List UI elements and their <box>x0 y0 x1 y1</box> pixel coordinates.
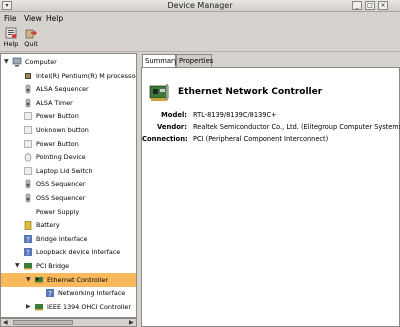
tree-item[interactable]: ? Loopback device Interface <box>1 245 136 259</box>
close-button[interactable]: × <box>378 1 388 10</box>
toolbar: Help Quit <box>0 25 400 52</box>
device-name: Ethernet Network Controller <box>178 87 323 97</box>
network-card-icon <box>35 276 43 284</box>
help-toolbar-label: Help <box>3 40 19 48</box>
tree-item[interactable]: Pointing Device <box>1 150 136 164</box>
tree-horizontal-scrollbar[interactable]: ◀ ▶ <box>0 318 137 327</box>
tree-item-label: OSS Sequencer <box>36 180 86 189</box>
tree-item-label: Laptop Lid Switch <box>36 166 93 175</box>
generic-device-icon <box>24 126 32 134</box>
expander-expanded-icon[interactable]: ▼ <box>4 59 10 65</box>
model-value: RTL-8139/8139C/8139C+ <box>193 111 277 119</box>
vendor-label: Vendor: <box>157 123 187 131</box>
scroll-left-icon[interactable]: ◀ <box>3 319 8 326</box>
quit-toolbar-label: Quit <box>24 40 38 48</box>
tree-item[interactable]: ▼ Ethernet Controller <box>1 272 136 287</box>
window-title: Device Manager <box>167 1 233 10</box>
maximize-button[interactable]: □ <box>365 1 375 10</box>
tree-item-label: PCI Bridge <box>36 262 70 270</box>
expander-collapsed-icon[interactable]: ▶ <box>26 303 32 310</box>
generic-device-icon <box>24 139 32 148</box>
svg-text:?: ? <box>48 290 52 298</box>
tree-item[interactable]: ▶ IEEE 1394 OHCI Controller <box>1 300 136 314</box>
tree-item[interactable]: Battery <box>1 218 136 232</box>
summary-panel: Ethernet Network Controller Model: RTL-8… <box>141 67 400 327</box>
tree-item[interactable]: ▼ PCI Bridge <box>1 259 136 273</box>
speaker-icon <box>25 98 31 108</box>
connection-label: Connection: <box>142 135 188 143</box>
menu-bar: File View Help <box>0 12 400 25</box>
model-label: Model: <box>161 111 187 119</box>
tree-item-label: Power Supply <box>36 207 80 216</box>
tree-item[interactable]: ? Bridge Interface <box>1 232 136 246</box>
tree-item[interactable]: OSS Sequencer <box>1 191 136 205</box>
scrollbar-thumb[interactable] <box>13 320 73 325</box>
device-tree[interactable]: ▼ Computer Intel(R) Pentium(R) M processor… <box>0 53 137 318</box>
chip-icon <box>25 72 31 79</box>
tree-item[interactable]: ▼ Computer <box>1 55 136 69</box>
none <box>23 207 33 217</box>
tree-item-label: Power Button <box>36 139 79 148</box>
tree-item-label: Bridge Interface <box>36 234 88 243</box>
battery-icon <box>24 221 32 230</box>
tree-item[interactable]: Power Button <box>1 109 136 123</box>
tree-item[interactable]: Power Supply <box>1 205 136 219</box>
tree-item[interactable]: Power Button <box>1 137 136 151</box>
tree-item-label: IEEE 1394 OHCI Controller <box>47 302 131 311</box>
help-toolbar-button[interactable]: Help <box>2 27 20 48</box>
tree-item-label: ALSA Sequencer <box>36 85 89 94</box>
tree-item-label: Intel(R) Pentium(R) M processor <box>36 71 137 80</box>
menu-help[interactable]: Help <box>46 14 63 23</box>
speaker-icon <box>25 193 31 203</box>
tree-item[interactable]: Intel(R) Pentium(R) M processor <box>1 69 136 83</box>
mouse-icon <box>24 153 32 162</box>
speaker-icon <box>25 180 31 189</box>
scroll-right-icon[interactable]: ▶ <box>129 319 134 326</box>
tree-item-label: Unknown button <box>36 126 89 134</box>
tree-item-label: OSS Sequencer <box>36 194 86 202</box>
quit-icon <box>25 29 37 39</box>
tree-item-label: Pointing Device <box>36 153 86 162</box>
connection-value: PCI (Peripheral Component Interconnect) <box>193 135 329 143</box>
expander-expanded-icon[interactable]: ▼ <box>15 263 21 269</box>
title-bar: ▾ Device Manager _ □ × <box>0 0 400 12</box>
tree-item[interactable]: ALSA Sequencer <box>1 82 136 96</box>
tree-item[interactable]: Unknown button <box>1 123 136 137</box>
tree-item[interactable]: ALSA Timer <box>1 96 136 110</box>
minimize-button[interactable]: _ <box>352 1 362 10</box>
computer-icon <box>12 57 22 67</box>
tree-item-label: Power Button <box>36 112 79 121</box>
tab-properties[interactable]: Properties <box>176 54 213 68</box>
menu-view[interactable]: View <box>24 14 42 23</box>
svg-text:?: ? <box>26 249 30 257</box>
expander-expanded-icon[interactable]: ▼ <box>26 276 32 283</box>
network-card-icon <box>149 84 169 101</box>
help-icon <box>5 27 17 39</box>
tree-item-label: Ethernet Controller <box>47 275 108 284</box>
generic-device-icon <box>24 112 32 121</box>
unknown-device-icon: ? <box>46 289 54 298</box>
tree-item-label: Battery <box>36 221 60 230</box>
pci-card-icon <box>35 303 43 311</box>
tree-item[interactable]: OSS Sequencer <box>1 177 136 191</box>
menu-file[interactable]: File <box>4 14 17 23</box>
tree-item[interactable]: Laptop Lid Switch <box>1 164 136 178</box>
tree-item-label: Computer <box>25 58 57 66</box>
vendor-value: Realtek Semiconductor Co., Ltd. (Elitegr… <box>193 123 400 131</box>
tree-item-label: ALSA Timer <box>36 98 73 107</box>
tree-item[interactable]: ? Networking Interface <box>1 286 136 300</box>
pci-card-icon <box>24 263 32 270</box>
unknown-device-icon: ? <box>24 234 32 244</box>
tree-item-label: Loopback device Interface <box>36 248 121 257</box>
tree-item-label: Networking Interface <box>58 289 126 298</box>
quit-toolbar-button[interactable]: Quit <box>22 27 40 48</box>
unknown-device-icon: ? <box>24 248 32 257</box>
speaker-icon <box>25 84 31 94</box>
svg-text:?: ? <box>26 236 30 244</box>
generic-device-icon <box>24 166 32 175</box>
